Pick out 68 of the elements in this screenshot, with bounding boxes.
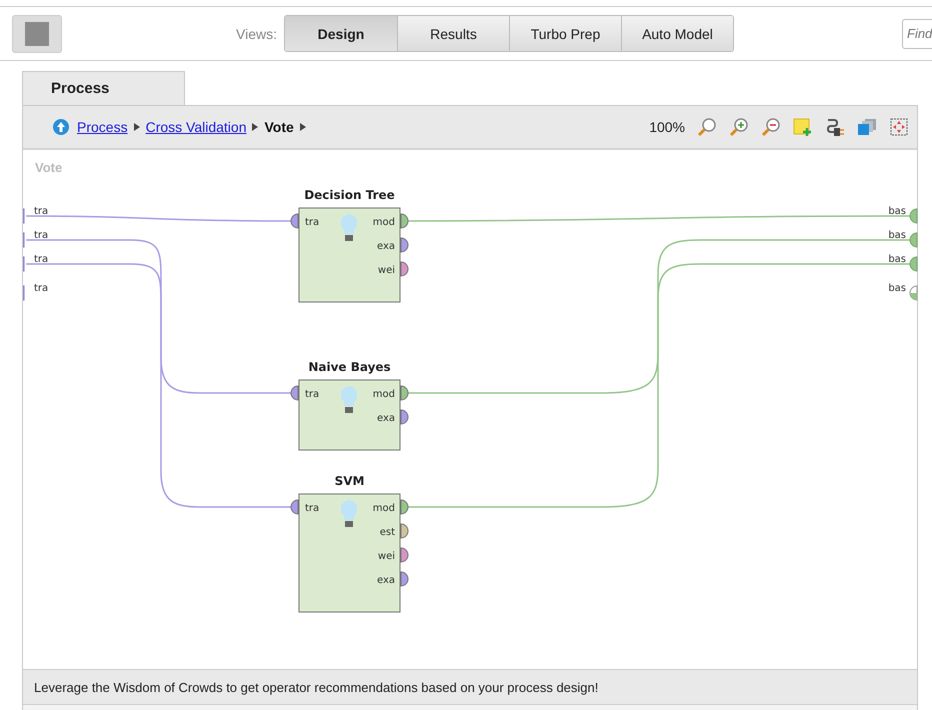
caret-icon [300,123,306,131]
port-label: tra [305,389,320,400]
zoom-in-icon[interactable] [729,117,749,137]
output-port[interactable] [400,386,408,400]
fit-icon[interactable] [889,117,909,137]
port-label: tra [34,206,48,217]
port-label: tra [305,217,320,228]
output-port[interactable] [910,208,918,224]
recommendation-hint: Leverage the Wisdom of Crowds to get operator recommendations based on your process design! [34,680,598,694]
breadcrumb-link[interactable]: Cross Validation [146,119,246,135]
port-label: exa [376,413,395,424]
port-label: mod [372,389,395,400]
output-port[interactable] [400,262,408,276]
port-label: mod [372,503,395,514]
caret-icon [252,123,258,131]
port-label: tra [34,254,48,265]
breadcrumb-link[interactable]: Process [77,119,128,135]
lightbulb-icon [340,500,358,527]
port-label: tra [34,283,48,294]
views-label: Views: [236,26,277,42]
plug-icon[interactable] [825,117,845,137]
output-port[interactable] [400,238,408,252]
output-port[interactable] [400,410,408,424]
view-tab[interactable]: Results [396,16,509,51]
output-port[interactable] [910,286,918,300]
view-tab[interactable]: Design [284,16,397,51]
zoom-out-icon[interactable] [761,117,781,137]
output-port[interactable] [400,214,408,228]
port-label: mod [372,217,395,228]
operator-name: Decision Tree [304,188,395,202]
view-tab[interactable]: Turbo Prep [508,16,621,51]
caret-icon [134,123,140,131]
process-title: Vote [35,160,62,175]
layers-icon[interactable] [857,117,877,137]
port-label: bas [888,283,906,294]
port-label: bas [888,230,906,241]
port-label: tra [34,230,48,241]
lightbulb-icon [340,386,358,413]
operator-name: SVM [334,474,364,488]
port-label: exa [376,575,395,586]
operator-box[interactable] [298,494,400,612]
output-port[interactable] [400,524,408,538]
output-port[interactable] [400,548,408,562]
app-button[interactable] [12,14,62,52]
breadcrumb-current: Vote [264,119,294,135]
output-port[interactable] [910,256,918,272]
operator-name: Naive Bayes [308,360,391,374]
port-label: bas [888,254,906,265]
port-label: exa [376,241,395,252]
input-port[interactable] [290,386,298,400]
input-port[interactable] [290,214,298,228]
magnifier-icon[interactable] [697,117,717,137]
lightbulb-icon [340,214,358,241]
port-label: tra [305,503,320,514]
operator-box[interactable] [298,380,400,450]
process-tab[interactable]: Process [22,71,185,105]
port-label: wei [378,551,395,562]
view-tab[interactable]: Auto Model [620,16,733,51]
output-port[interactable] [400,500,408,514]
zoom-level: 100% [649,119,685,135]
add-note-icon[interactable] [793,117,813,137]
port-label: wei [378,265,395,276]
input-port[interactable] [290,500,298,514]
port-label: bas [888,206,906,217]
output-port[interactable] [400,572,408,586]
operator-box[interactable] [298,208,400,302]
output-port[interactable] [910,232,918,248]
port-label: est [380,527,395,538]
